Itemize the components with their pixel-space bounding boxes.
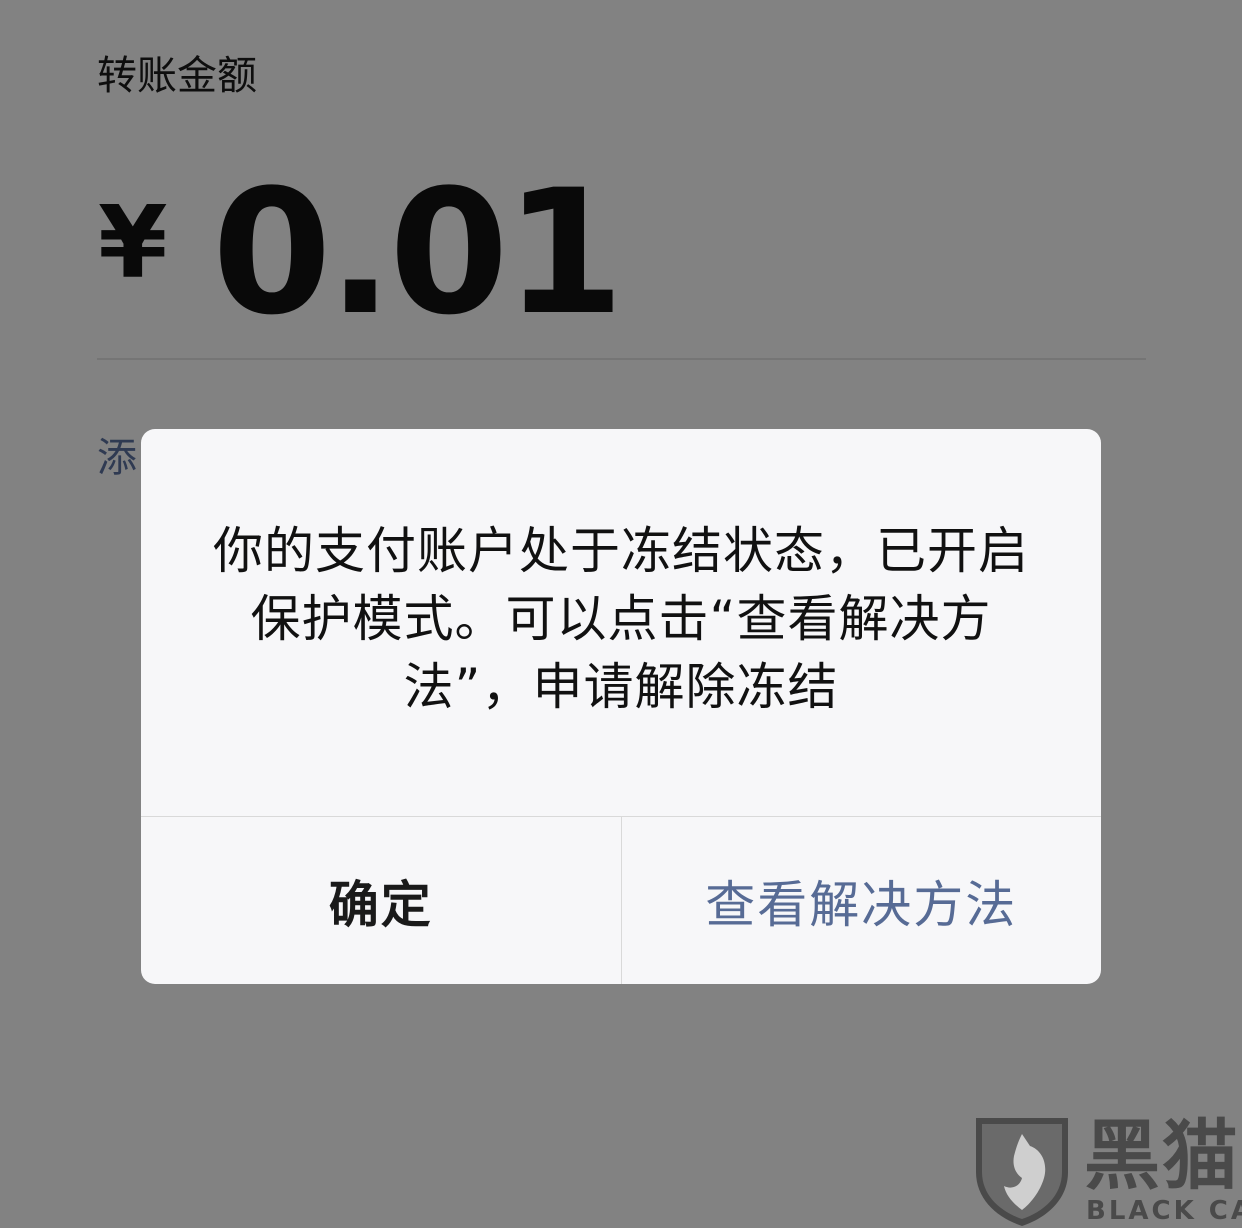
dialog-footer: 确定 查看解决方法 [141,816,1101,984]
dialog-message: 你的支付账户处于冻结状态，已开启保护模式。可以点击“查看解决方法”，申请解除冻结 [213,522,1029,716]
view-solution-button[interactable]: 查看解决方法 [622,817,1102,984]
cat-shield-icon [976,1118,1068,1226]
black-cat-watermark: 黑猫 BLACK CAT [972,1112,1242,1228]
confirm-button[interactable]: 确定 [141,817,622,984]
watermark-title: 黑猫 [1084,1111,1240,1200]
frozen-account-dialog: 你的支付账户处于冻结状态，已开启保护模式。可以点击“查看解决方法”，申请解除冻结… [141,429,1101,984]
watermark-subtitle: BLACK CAT [1086,1196,1242,1226]
